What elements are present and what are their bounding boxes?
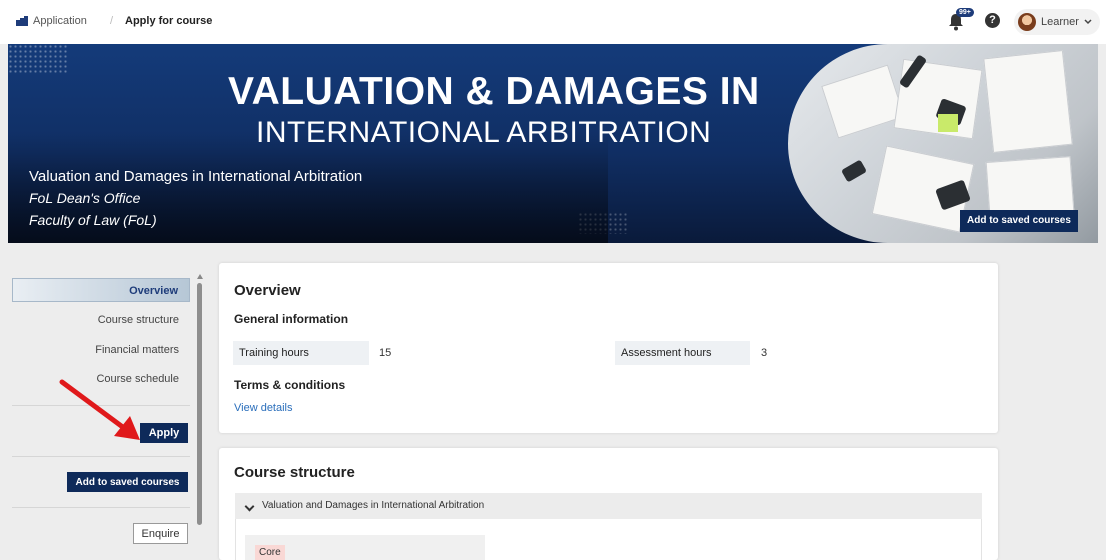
terms-title: Terms & conditions — [234, 378, 346, 392]
core-tag: Core — [255, 545, 285, 560]
general-info-title: General information — [234, 312, 349, 326]
assessment-hours-value: 3 — [761, 347, 768, 359]
course-office: FoL Dean's Office — [29, 190, 141, 206]
notification-badge: 99+ — [956, 8, 974, 17]
view-details-link[interactable]: View details — [234, 402, 293, 414]
overview-title: Overview — [234, 282, 301, 299]
apply-button[interactable]: Apply — [140, 423, 188, 443]
breadcrumb-application[interactable]: Application — [16, 15, 87, 27]
breadcrumb-current: Apply for course — [125, 15, 213, 27]
sidebar-scrollbar[interactable] — [197, 283, 202, 525]
course-structure-title: Course structure — [234, 464, 355, 481]
annotation-arrow — [59, 379, 140, 440]
banner-dots-decoration — [8, 44, 68, 74]
sidebar-divider — [12, 507, 190, 508]
scroll-up-icon[interactable] — [197, 274, 203, 279]
course-banner: VALUATION & DAMAGES IN INTERNATIONAL ARB… — [8, 44, 1098, 243]
top-bar: Application / Apply for course 99+ ? Lea… — [0, 0, 1106, 44]
sidebar-item-overview[interactable]: Overview — [12, 278, 190, 302]
sidebar-item-course-structure[interactable]: Course structure — [12, 308, 190, 332]
sidebar-divider — [12, 456, 190, 457]
training-hours-label: Training hours — [233, 341, 369, 365]
user-label: Learner — [1041, 16, 1079, 28]
app-logo-icon — [16, 16, 28, 26]
breadcrumb-app-label: Application — [33, 15, 87, 27]
banner-title-line2: INTERNATIONAL ARBITRATION — [256, 116, 712, 149]
banner-title-line1: VALUATION & DAMAGES IN — [228, 70, 760, 113]
user-menu[interactable]: Learner — [1014, 9, 1100, 35]
add-to-saved-courses-button[interactable]: Add to saved courses — [67, 472, 188, 492]
help-icon[interactable]: ? — [985, 13, 1000, 28]
sidebar-item-financial-matters[interactable]: Financial matters — [12, 338, 190, 362]
overview-card: Overview General information Training ho… — [219, 263, 998, 433]
training-hours-value: 15 — [379, 347, 392, 359]
chevron-down-icon — [1084, 19, 1092, 25]
course-faculty: Faculty of Law (FoL) — [29, 212, 157, 228]
course-structure-card: Course structure Valuation and Damages i… — [219, 448, 998, 560]
breadcrumb-separator: / — [110, 15, 114, 27]
enquire-button[interactable]: Enquire — [133, 523, 188, 544]
banner-add-to-saved-button[interactable]: Add to saved courses — [960, 210, 1078, 232]
avatar — [1018, 13, 1036, 31]
course-name: Valuation and Damages in International A… — [29, 168, 363, 185]
module-accordion-header[interactable]: Valuation and Damages in International A… — [235, 493, 982, 519]
assessment-hours-label: Assessment hours — [615, 341, 750, 365]
